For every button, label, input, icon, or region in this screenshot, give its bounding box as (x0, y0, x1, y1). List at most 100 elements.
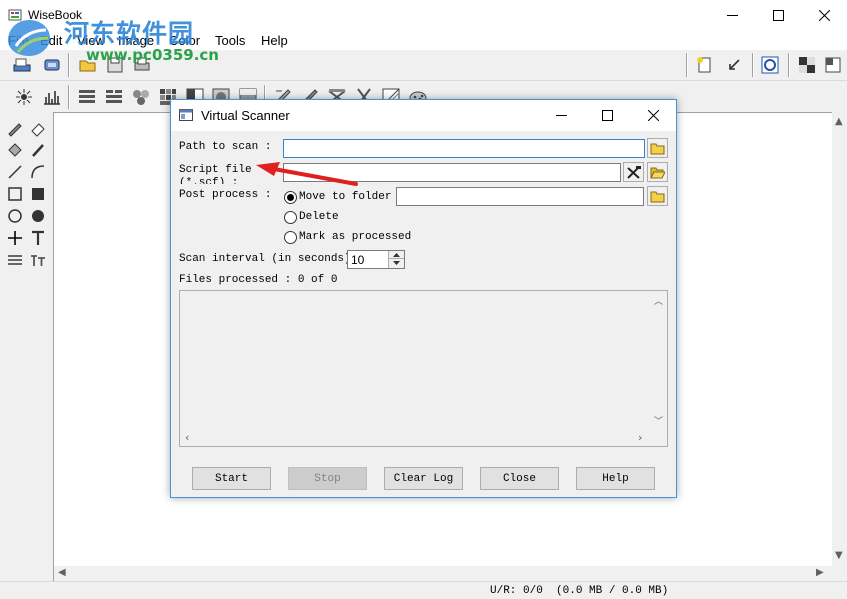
acquire-icon[interactable] (42, 55, 62, 75)
clear-log-button[interactable]: Clear Log (384, 467, 463, 490)
toolbar-main (0, 50, 847, 81)
app-icon (8, 9, 22, 21)
menu-tools[interactable]: Tools (215, 33, 245, 48)
scroll-down-icon[interactable]: ﹀ (654, 414, 663, 427)
scroll-up-icon[interactable]: ︿ (654, 294, 663, 307)
menu-help[interactable]: Help (261, 33, 288, 48)
text-tool-icon[interactable] (29, 229, 47, 247)
stop-button-label: Stop (314, 472, 341, 485)
spinner-down-button[interactable] (389, 259, 404, 267)
pencil-icon[interactable] (6, 119, 24, 137)
dialog-title: Virtual Scanner (201, 108, 290, 123)
crosshair-icon[interactable] (6, 229, 24, 247)
title-bar: WiseBook (0, 0, 847, 30)
dialog-maximize-button[interactable] (584, 100, 630, 131)
scan-interval-spinner[interactable]: 10 (347, 250, 405, 269)
mark-as-processed-label[interactable]: Mark as processed (299, 231, 411, 243)
log-textarea[interactable]: ︿ ﹀ ‹ › (179, 290, 668, 447)
toolbar-separator (752, 53, 754, 77)
undo-arrow-icon[interactable] (724, 55, 744, 75)
scroll-down-icon[interactable]: ▼ (835, 550, 843, 561)
minimize-icon (726, 14, 738, 16)
dialog-window-icon (179, 109, 193, 121)
folder-icon (650, 191, 665, 202)
page-layout-icon[interactable] (823, 55, 843, 75)
spheres-icon[interactable] (131, 87, 151, 107)
main-window: WiseBook File Edit View Image Color Tool… (0, 0, 847, 599)
brush-icon[interactable] (29, 141, 47, 159)
radio-delete[interactable] (284, 211, 297, 224)
scroll-left-icon[interactable]: ◀ (58, 567, 66, 578)
spinner-up-button[interactable] (389, 251, 404, 259)
ellipse-icon[interactable] (6, 207, 24, 225)
tools-icon (626, 165, 641, 179)
browse-path-button[interactable] (647, 138, 668, 158)
log-vertical-scrollbar[interactable]: ︿ ﹀ (650, 291, 667, 429)
scroll-left-icon[interactable]: ‹ (185, 431, 189, 444)
toolbar-separator (68, 53, 70, 77)
dialog-close-button[interactable] (630, 100, 676, 131)
path-input[interactable] (283, 139, 645, 158)
save-icon[interactable] (105, 55, 125, 75)
print-icon[interactable] (132, 55, 152, 75)
auto-adjust-icon[interactable] (14, 87, 34, 107)
status-undo-redo: U/R: 0/0 (0.0 MB / 0.0 MB) (490, 585, 669, 597)
split-grid-icon[interactable] (104, 87, 124, 107)
filled-rectangle-icon[interactable] (29, 185, 47, 203)
close-button[interactable]: Close (480, 467, 559, 490)
toolbar-separator (68, 85, 70, 109)
help-button[interactable]: Help (576, 467, 655, 490)
maximize-icon (601, 110, 613, 121)
menu-edit[interactable]: Edit (40, 33, 62, 48)
close-icon (647, 110, 659, 121)
horizontal-scrollbar[interactable]: ◀ ▶ (54, 566, 832, 581)
chevron-down-icon (393, 261, 400, 265)
log-horizontal-scrollbar[interactable]: ‹ › (180, 429, 650, 446)
lines-icon[interactable] (6, 251, 24, 269)
radio-move-to-folder[interactable] (284, 191, 297, 204)
zoom-icon[interactable] (760, 55, 780, 75)
filled-ellipse-icon[interactable] (29, 207, 47, 225)
delete-label[interactable]: Delete (299, 211, 339, 223)
annotation-arrow (256, 162, 358, 186)
stop-button[interactable]: Stop (288, 467, 367, 490)
menu-image[interactable]: Image (118, 33, 154, 48)
scroll-up-icon[interactable]: ▲ (835, 116, 843, 127)
scroll-right-icon[interactable]: › (638, 431, 642, 444)
script-edit-button[interactable] (623, 162, 644, 182)
line-icon[interactable] (6, 163, 24, 181)
chevron-up-icon (393, 252, 400, 257)
histogram-icon[interactable] (42, 87, 62, 107)
text-size-icon[interactable] (29, 251, 47, 269)
fill-bucket-icon[interactable] (6, 141, 24, 159)
minimize-button[interactable] (709, 0, 755, 30)
maximize-button[interactable] (755, 0, 801, 30)
move-folder-input[interactable] (396, 187, 644, 206)
menu-view[interactable]: View (77, 33, 105, 48)
menu-file[interactable]: File (8, 33, 29, 48)
checker-icon[interactable] (797, 55, 817, 75)
vertical-scrollbar[interactable]: ▲ ▼ (832, 112, 847, 582)
scroll-right-icon[interactable]: ▶ (816, 567, 824, 578)
spinner-buttons (388, 251, 404, 268)
scan-interval-value: 10 (351, 253, 365, 267)
scan-icon[interactable] (12, 55, 32, 75)
close-window-button[interactable] (801, 0, 847, 30)
radio-mark-as-processed[interactable] (284, 231, 297, 244)
open-folder-icon[interactable] (78, 55, 98, 75)
eraser-icon[interactable] (29, 119, 47, 137)
path-label: Path to scan : (179, 141, 272, 153)
move-to-folder-label[interactable]: Move to folder (299, 191, 391, 203)
help-button-label: Help (602, 472, 629, 485)
new-page-icon[interactable] (694, 55, 714, 75)
grid-icon[interactable] (77, 87, 97, 107)
browse-move-folder-button[interactable] (647, 186, 668, 206)
menu-color[interactable]: Color (169, 33, 200, 48)
post-process-label: Post process : (179, 189, 272, 201)
dialog-minimize-button[interactable] (538, 100, 584, 131)
start-button[interactable]: Start (192, 467, 271, 490)
curve-icon[interactable] (29, 163, 47, 181)
rectangle-icon[interactable] (6, 185, 24, 203)
open-script-button[interactable] (647, 162, 668, 182)
status-bar: U/R: 0/0 (0.0 MB / 0.0 MB) (0, 581, 847, 599)
